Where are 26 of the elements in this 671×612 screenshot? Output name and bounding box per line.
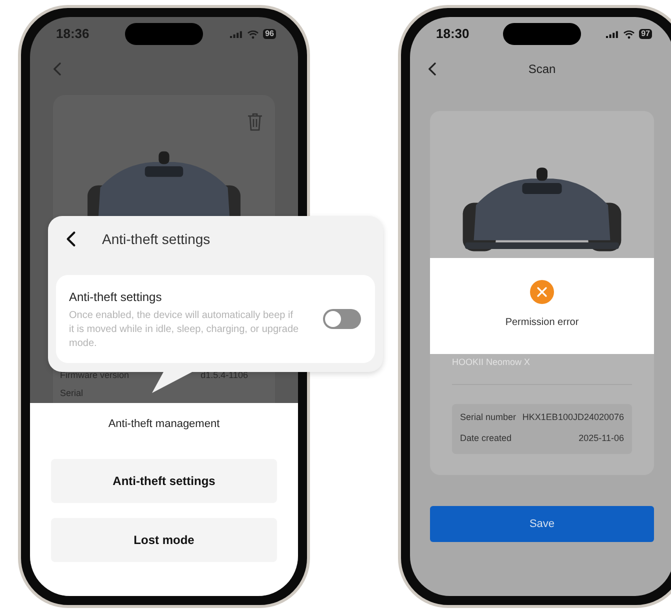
battery-level: 96: [263, 29, 276, 39]
wifi-icon: [247, 30, 260, 38]
setting-description: Once enabled, the device will automatically beep if it is moved while in idle, sleep, charging, or upgrade mode.: [69, 308, 299, 350]
callout-title: Anti-theft settings: [102, 230, 210, 249]
info-value: HKX1EB100JD24020076: [522, 411, 624, 424]
save-button[interactable]: Save: [430, 506, 654, 542]
signal-icon: [230, 30, 244, 38]
sheet-title: Anti-theft management: [108, 417, 220, 432]
back-icon[interactable]: [428, 62, 436, 76]
sheet-option-button[interactable]: Anti-theft settings: [51, 458, 277, 502]
page-title: Scan: [528, 61, 556, 78]
wifi-icon: [623, 30, 636, 38]
status-time: 18:36: [56, 25, 90, 44]
battery-level: 97: [639, 29, 652, 39]
setting-title: Anti-theft settings: [69, 288, 163, 306]
trash-icon[interactable]: [247, 113, 263, 131]
error-icon: [530, 280, 554, 304]
signal-icon: [606, 30, 620, 38]
info-value: 2025-11-06: [578, 432, 624, 446]
error-message: Permission error: [505, 316, 579, 330]
back-icon[interactable]: [66, 231, 76, 247]
info-label: Date created: [460, 432, 512, 446]
status-time: 18:30: [436, 25, 470, 44]
toggle-switch[interactable]: [323, 309, 361, 329]
info-label: Serial number: [460, 411, 516, 424]
sheet-option-button[interactable]: Lost mode: [51, 518, 277, 562]
